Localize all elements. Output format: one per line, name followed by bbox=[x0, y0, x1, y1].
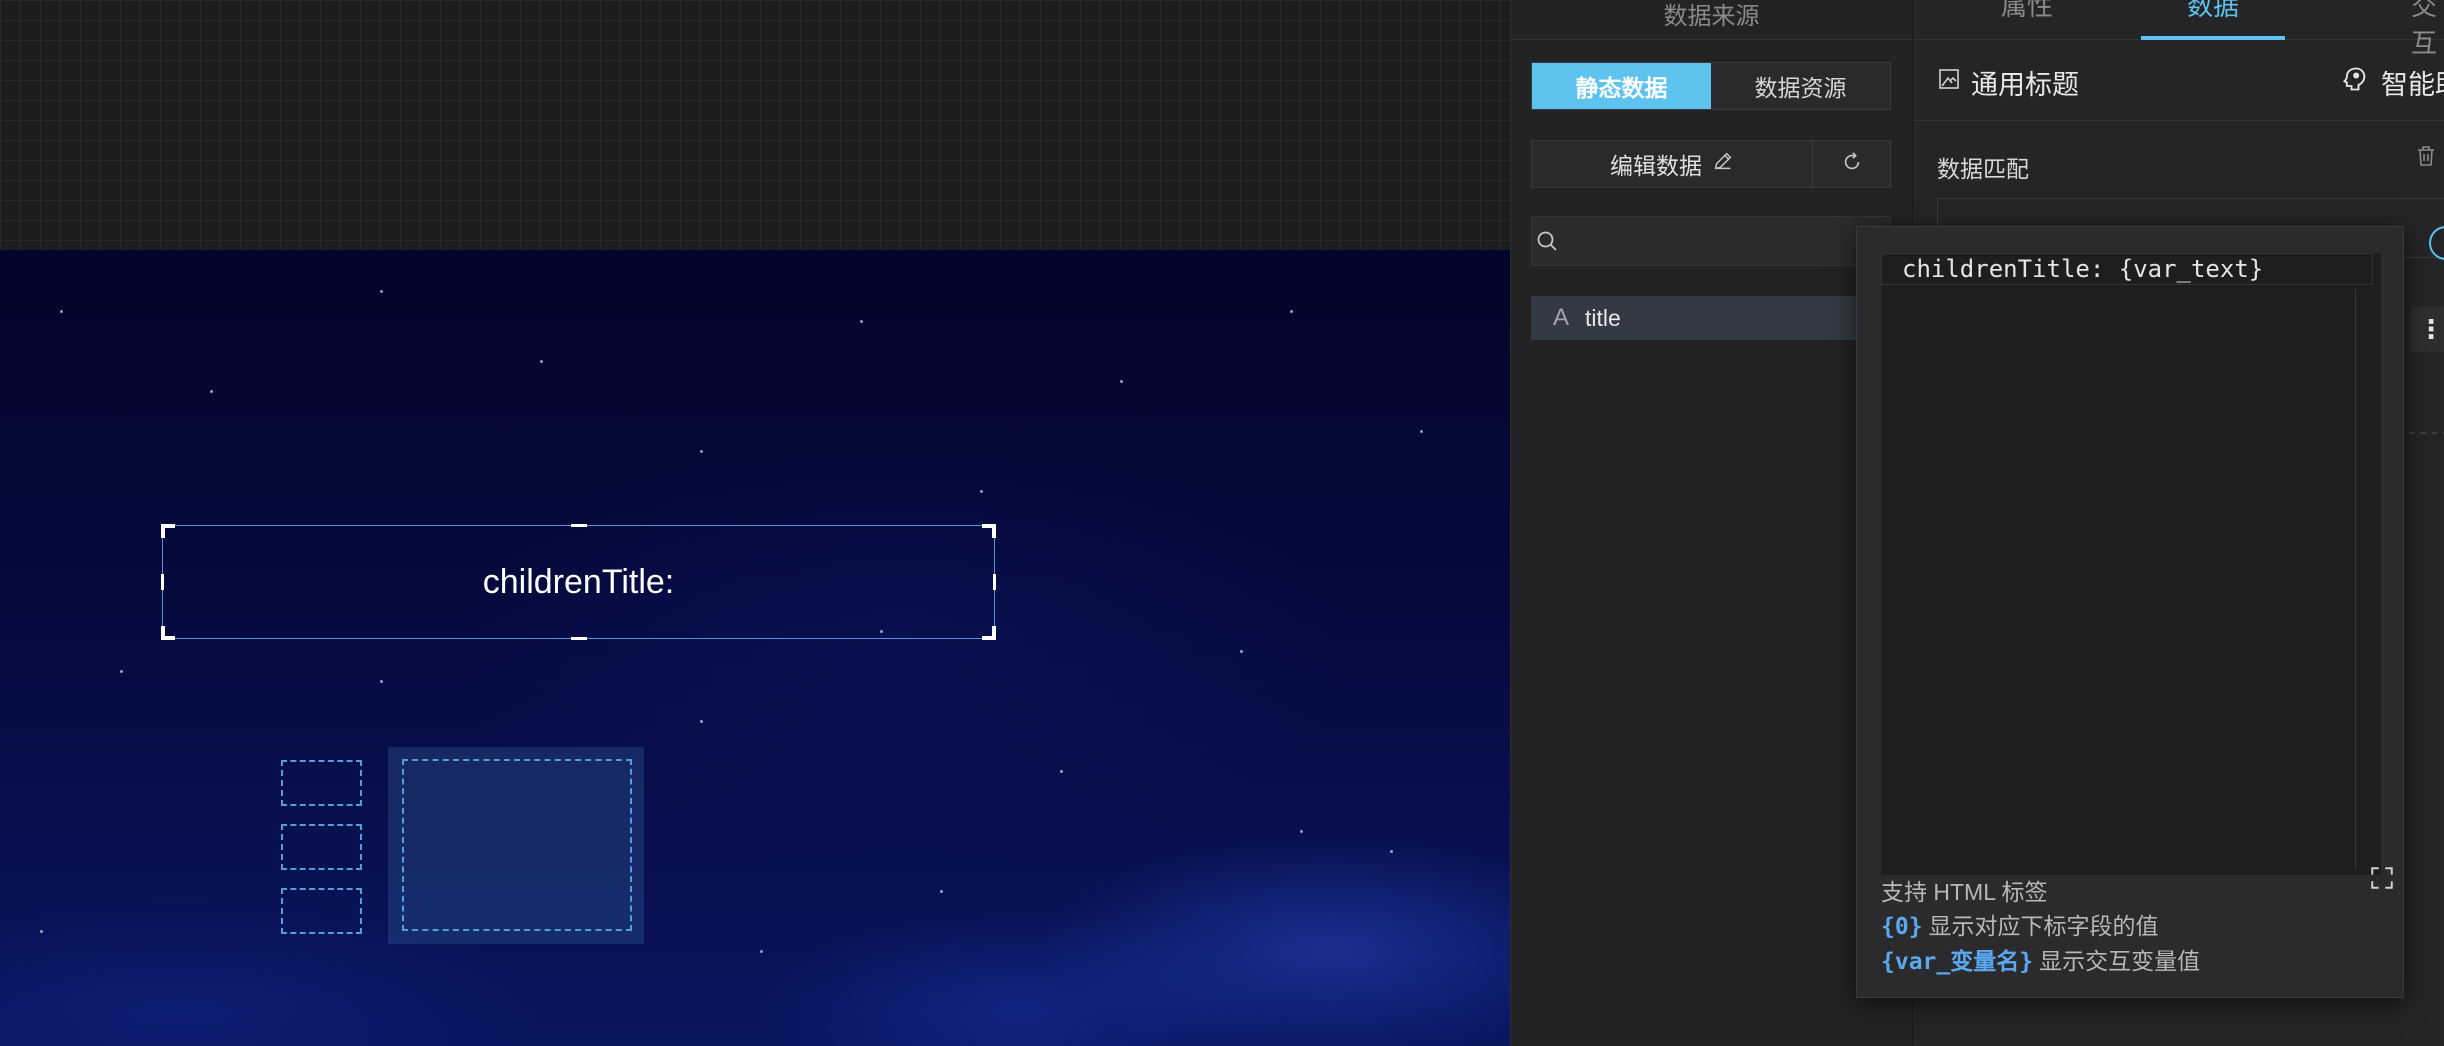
tab-data[interactable]: 数据 bbox=[2187, 0, 2239, 23]
editor-scrollbar[interactable] bbox=[2355, 289, 2356, 869]
data-source-header: 数据来源 bbox=[1511, 0, 1912, 40]
resize-handle-bottom[interactable] bbox=[570, 637, 587, 640]
config-tabs: 属性 数据 交互 bbox=[1913, 0, 2444, 58]
star bbox=[60, 310, 63, 313]
hint-code: {var_变量名} bbox=[1881, 949, 2034, 975]
resize-handle-bottom-left[interactable] bbox=[161, 626, 175, 640]
image-icon bbox=[1937, 67, 1961, 98]
tab-interaction[interactable]: 交互 bbox=[2411, 0, 2444, 60]
placeholder-box[interactable] bbox=[281, 824, 362, 870]
star bbox=[540, 360, 543, 363]
star bbox=[760, 950, 763, 953]
star bbox=[980, 490, 983, 493]
divider bbox=[1913, 120, 2444, 121]
star bbox=[1300, 830, 1303, 833]
hint-text: 显示交互变量值 bbox=[2039, 948, 2201, 974]
ai-assistant-label: 智能助手 bbox=[2381, 69, 2444, 100]
code-editor[interactable]: childrenTitle: {var_text} bbox=[1881, 253, 2393, 889]
star bbox=[1390, 850, 1393, 853]
divider bbox=[2409, 432, 2444, 434]
star bbox=[380, 680, 383, 683]
more-vertical-icon: ⋮ bbox=[2418, 314, 2444, 344]
star bbox=[860, 320, 863, 323]
hint-variable: {var_变量名} 显示交互变量值 bbox=[1881, 944, 2381, 979]
resize-handle-top-left[interactable] bbox=[161, 524, 175, 538]
refresh-icon bbox=[1841, 151, 1863, 178]
component-name: 通用标题 bbox=[1971, 69, 2079, 100]
star bbox=[210, 390, 213, 393]
star bbox=[120, 670, 123, 673]
more-options-button[interactable]: ⋮ bbox=[2411, 306, 2444, 352]
editor-hints: 支持 HTML 标签 {0} 显示对应下标字段的值 {var_变量名} 显示交互变量… bbox=[1881, 875, 2381, 979]
search-input[interactable] bbox=[1562, 217, 1851, 265]
tab-data-resource[interactable]: 数据资源 bbox=[1711, 63, 1890, 109]
resize-handle-left[interactable] bbox=[161, 574, 164, 590]
title-component-text: childrenTitle: bbox=[482, 562, 675, 601]
tab-properties[interactable]: 属性 bbox=[2001, 0, 2053, 23]
data-source-panel: 数据来源 静态数据 数据资源 编辑数据 A title bbox=[1510, 0, 1912, 1046]
edit-data-row: 编辑数据 bbox=[1531, 140, 1891, 188]
active-tab-indicator bbox=[2141, 36, 2285, 40]
resize-handle-top-right[interactable] bbox=[982, 524, 996, 538]
star bbox=[1240, 650, 1243, 653]
brain-icon bbox=[2341, 65, 2369, 100]
pencil-icon bbox=[1712, 150, 1734, 178]
field-item[interactable]: A title bbox=[1531, 296, 1891, 340]
search-icon bbox=[1532, 217, 1562, 265]
star bbox=[1420, 430, 1423, 433]
star bbox=[700, 450, 703, 453]
canvas-stage[interactable] bbox=[0, 250, 1510, 1046]
hint-index: {0} 显示对应下标字段的值 bbox=[1881, 909, 2381, 944]
text-type-icon: A bbox=[1553, 304, 1570, 331]
field-name: title bbox=[1585, 304, 1621, 331]
placeholder-box[interactable] bbox=[281, 888, 362, 934]
selected-title-component[interactable]: childrenTitle: bbox=[161, 524, 996, 640]
star bbox=[940, 890, 943, 893]
component-name-row: 通用标题 bbox=[1937, 62, 2079, 102]
field-search-row bbox=[1531, 216, 1891, 266]
hint-text: 支持 HTML 标签 bbox=[1881, 879, 2048, 905]
refresh-data-button[interactable] bbox=[1812, 141, 1890, 187]
data-type-switch: 静态数据 数据资源 bbox=[1531, 62, 1891, 110]
edit-data-button[interactable]: 编辑数据 bbox=[1532, 141, 1812, 187]
code-editor-line[interactable]: childrenTitle: {var_text} bbox=[1881, 253, 2373, 285]
hint-html: 支持 HTML 标签 bbox=[1881, 875, 2381, 909]
edit-data-label: 编辑数据 bbox=[1610, 153, 1702, 179]
canvas-grid[interactable] bbox=[0, 0, 1510, 250]
star bbox=[40, 930, 43, 933]
app-root: childrenTitle: 数据来源 静态数据 数据资源 编辑数据 A tit… bbox=[0, 0, 2444, 1046]
star bbox=[1290, 310, 1293, 313]
star bbox=[380, 290, 383, 293]
delete-match-button[interactable] bbox=[2415, 144, 2437, 173]
hint-code: {0} bbox=[1881, 914, 1923, 940]
template-editor-popup: childrenTitle: {var_text} 支持 HTML 标签 {0}… bbox=[1856, 226, 2404, 998]
data-match-label: 数据匹配 bbox=[1937, 156, 2029, 182]
trash-icon bbox=[2415, 146, 2437, 172]
star bbox=[1120, 380, 1123, 383]
star bbox=[700, 720, 703, 723]
placeholder-box[interactable] bbox=[281, 760, 362, 806]
resize-handle-right[interactable] bbox=[993, 574, 996, 590]
resize-handle-top[interactable] bbox=[570, 524, 587, 527]
hint-text: 显示对应下标字段的值 bbox=[1928, 913, 2159, 939]
data-source-title: 数据来源 bbox=[1663, 3, 1760, 30]
resize-handle-bottom-right[interactable] bbox=[982, 626, 996, 640]
ai-assistant-button[interactable]: 智能助手 bbox=[2341, 62, 2444, 102]
placeholder-panel-inner bbox=[402, 759, 632, 931]
tab-static-data[interactable]: 静态数据 bbox=[1532, 63, 1711, 109]
placeholder-panel[interactable] bbox=[388, 747, 644, 944]
star bbox=[1060, 770, 1063, 773]
